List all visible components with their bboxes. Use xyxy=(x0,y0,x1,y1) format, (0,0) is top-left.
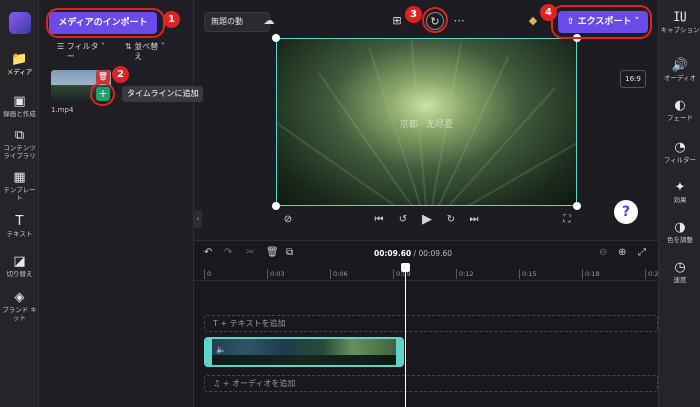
text-icon: T xyxy=(15,214,24,229)
skip-forward-icon[interactable]: ⏭ xyxy=(467,214,481,226)
step-badge-1: 1 xyxy=(163,11,180,28)
ruler-tick: 0:03 xyxy=(267,269,285,279)
sort-button[interactable]: ⇅ 並べ替 え ˅ xyxy=(125,42,165,62)
template-icon: ▦ xyxy=(13,170,26,185)
duplicate-icon[interactable]: ⧉ xyxy=(286,247,293,259)
hide-preview-icon[interactable]: ⊘ xyxy=(281,214,295,226)
nav-item-speed[interactable]: ◷ 速度 xyxy=(659,260,700,284)
filter-icon: ◔ xyxy=(674,140,686,155)
sort-icon: ⇅ xyxy=(125,42,132,51)
speaker-icon[interactable]: 🔈 xyxy=(216,345,226,354)
step-badge-2: 2 xyxy=(112,66,129,83)
split-icon[interactable]: ✂ xyxy=(246,247,254,259)
fullscreen-icon[interactable]: ⛶ xyxy=(560,214,574,226)
redo-icon[interactable]: ↷ xyxy=(224,247,232,259)
forward-5-icon[interactable]: ↻ xyxy=(444,214,458,226)
chevron-down-icon: ˅ xyxy=(101,42,106,51)
clipchamp-editor: 📁 メディア ▣ 録画と作成 ⧉ コンテンツ ライブラリ ▦ テンプレー ト T… xyxy=(0,0,700,407)
highlight-circle-import xyxy=(46,8,165,38)
playhead-handle[interactable] xyxy=(401,263,410,272)
step-badge-4: 4 xyxy=(540,4,557,21)
add-audio-track[interactable]: ♫ + オーディオを追加 xyxy=(204,375,658,392)
nav-item-record-create[interactable]: ▣ 録画と作成 xyxy=(0,94,39,118)
video-clip[interactable]: 🔈 xyxy=(204,337,404,367)
step-badge-3: 3 xyxy=(405,6,422,23)
skip-back-icon[interactable]: ⏮ xyxy=(372,214,386,226)
color-adjust-icon: ◑ xyxy=(674,220,686,235)
nav-item-captions[interactable]: ㍺ キャプション xyxy=(659,10,700,34)
cloud-off-icon: ☁ xyxy=(263,14,275,27)
help-button[interactable]: ? xyxy=(614,200,638,224)
highlight-circle-add xyxy=(90,82,115,106)
speedometer-icon: ◷ xyxy=(674,260,686,275)
filter-icon: ☰ xyxy=(57,42,65,51)
fit-timeline-icon[interactable]: ⤢ xyxy=(638,247,646,259)
timeline-ruler[interactable]: 0 0:03 0:06 0:09 0:12 0:15 0:18 0:21 xyxy=(194,267,663,281)
ruler-tick: 0:15 xyxy=(519,269,537,279)
folder-icon: 📁 xyxy=(11,52,28,67)
nav-item-content-library[interactable]: ⧉ コンテンツ ライブラリ xyxy=(0,128,39,160)
transition-icon: ◪ xyxy=(13,254,26,269)
magic-wand-icon: ✦ xyxy=(674,180,686,195)
nav-item-fade[interactable]: ◐ フェード xyxy=(659,98,700,122)
media-panel: メディアのインポート ☰ フィルタ ー ˅ ⇅ 並べ替 え ˅ 🗑 + タイムラ… xyxy=(39,0,204,407)
video-camera-icon: ▣ xyxy=(13,94,26,109)
undo-icon[interactable]: ↶ xyxy=(204,247,212,259)
aspect-ratio-button[interactable]: 16:9 xyxy=(620,70,646,88)
brand-kit-icon: ◈ xyxy=(14,290,25,305)
clip-thumbnail-strip xyxy=(206,355,402,365)
video-watermark-text: 京都 · 无尽夏 xyxy=(399,120,454,130)
rewind-5-icon[interactable]: ↺ xyxy=(396,214,410,226)
library-icon: ⧉ xyxy=(14,128,25,143)
clip-trim-handle-left[interactable] xyxy=(206,339,212,365)
ruler-tick: 0:18 xyxy=(582,269,600,279)
clip-trim-handle-right[interactable] xyxy=(396,339,402,365)
nav-item-filters[interactable]: ◔ フィルター xyxy=(659,140,700,164)
add-text-track[interactable]: T + テキストを追加 xyxy=(204,315,658,332)
more-options-icon[interactable]: ⋯ xyxy=(452,12,466,30)
text-icon: T xyxy=(213,319,218,328)
nav-item-brand-kit[interactable]: ◈ ブランド キ ット xyxy=(0,290,39,322)
nav-item-text[interactable]: T テキスト xyxy=(0,214,39,238)
resize-handle-bottom-left[interactable] xyxy=(272,202,280,210)
nav-item-effects[interactable]: ✦ 効果 xyxy=(659,180,700,204)
nav-item-templates[interactable]: ▦ テンプレー ト xyxy=(0,170,39,202)
playhead[interactable] xyxy=(405,265,406,407)
bamboo-stalk xyxy=(317,72,429,205)
crop-icon[interactable]: ⊞ xyxy=(390,12,404,30)
filter-button[interactable]: ☰ フィルタ ー ˅ xyxy=(57,42,105,62)
nav-item-media[interactable]: 📁 メディア xyxy=(0,52,39,76)
left-navigation: 📁 メディア ▣ 録画と作成 ⧉ コンテンツ ライブラリ ▦ テンプレー ト T… xyxy=(0,0,39,407)
ruler-tick: 0:06 xyxy=(330,269,348,279)
media-file-name: 1.mp4 xyxy=(51,106,74,114)
highlight-circle-export xyxy=(551,5,652,39)
ruler-tick: 0:12 xyxy=(456,269,474,279)
add-to-timeline-tooltip: タイムラインに追加 xyxy=(122,86,204,102)
app-logo xyxy=(9,12,31,34)
timeline-toolbar: ↶ ↷ ✂ 🗑 ⧉ 00:09.60 / 00:09.60 ⊖ ⊕ ⤢ xyxy=(194,241,658,267)
cc-icon: ㍺ xyxy=(673,10,687,25)
nav-item-audio[interactable]: 🔊 オーディオ xyxy=(659,58,700,82)
premium-diamond-icon: ◆ xyxy=(528,14,538,27)
right-properties-panel: ㍺ キャプション 🔊 オーディオ ◐ フェード ◔ フィルター ✦ 効果 ◑ 色… xyxy=(658,0,700,407)
nav-item-color-adjust[interactable]: ◑ 色を調整 xyxy=(659,220,700,244)
delete-icon[interactable]: 🗑 xyxy=(266,247,279,259)
fade-icon: ◐ xyxy=(674,98,686,113)
video-preview[interactable]: 京都 · 无尽夏 xyxy=(276,38,577,206)
play-button[interactable]: ▶ xyxy=(420,213,434,226)
nav-item-transitions[interactable]: ◪ 切り替え xyxy=(0,254,39,278)
timeline-panel: ↶ ↷ ✂ 🗑 ⧉ 00:09.60 / 00:09.60 ⊖ ⊕ ⤢ 0 0:… xyxy=(194,240,663,407)
resize-handle-top-left[interactable] xyxy=(272,34,280,42)
zoom-in-icon[interactable]: ⊕ xyxy=(618,247,626,259)
ruler-tick: 0 xyxy=(204,269,211,279)
zoom-out-icon[interactable]: ⊖ xyxy=(599,247,607,259)
highlight-circle-rotate xyxy=(422,7,448,33)
music-note-icon: ♫ xyxy=(213,379,221,388)
timecode-display: 00:09.60 / 00:09.60 xyxy=(374,249,453,258)
speaker-icon: 🔊 xyxy=(671,58,689,73)
resize-handle-bottom-right[interactable] xyxy=(573,202,581,210)
chevron-down-icon: ˅ xyxy=(160,42,165,51)
project-title-input[interactable]: 無題の動 xyxy=(204,12,270,32)
collapse-panel-handle[interactable]: ‹ xyxy=(194,210,202,228)
